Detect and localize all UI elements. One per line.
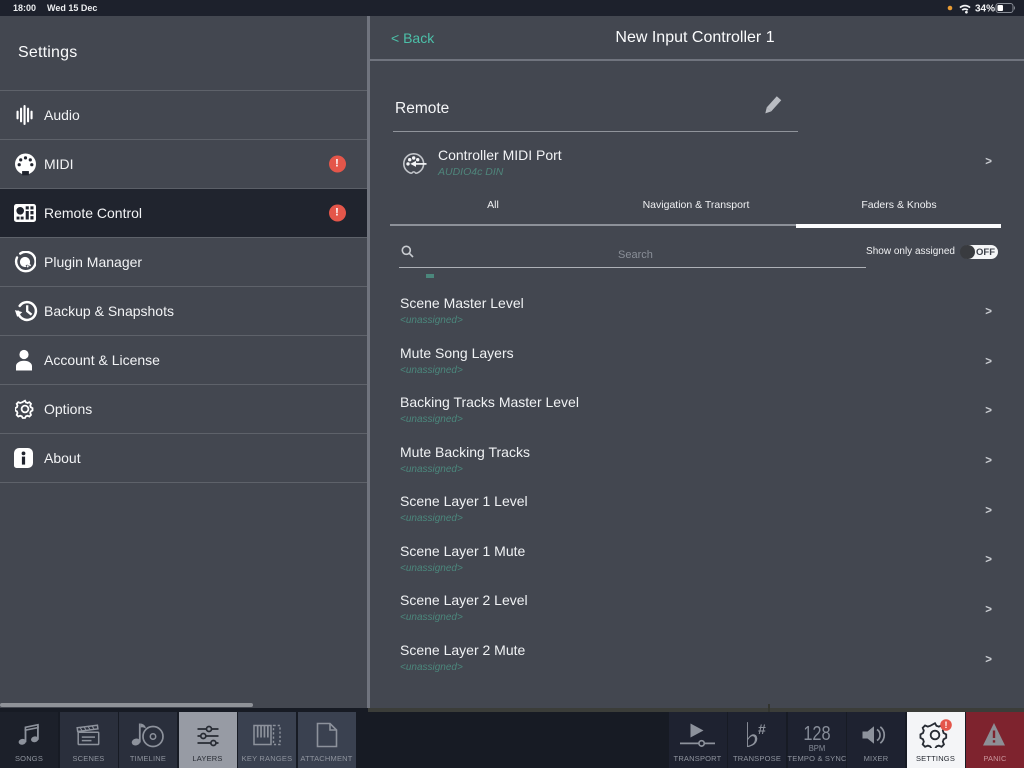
svg-text:34%: 34% [975, 4, 995, 15]
svg-text:!: ! [944, 720, 947, 730]
